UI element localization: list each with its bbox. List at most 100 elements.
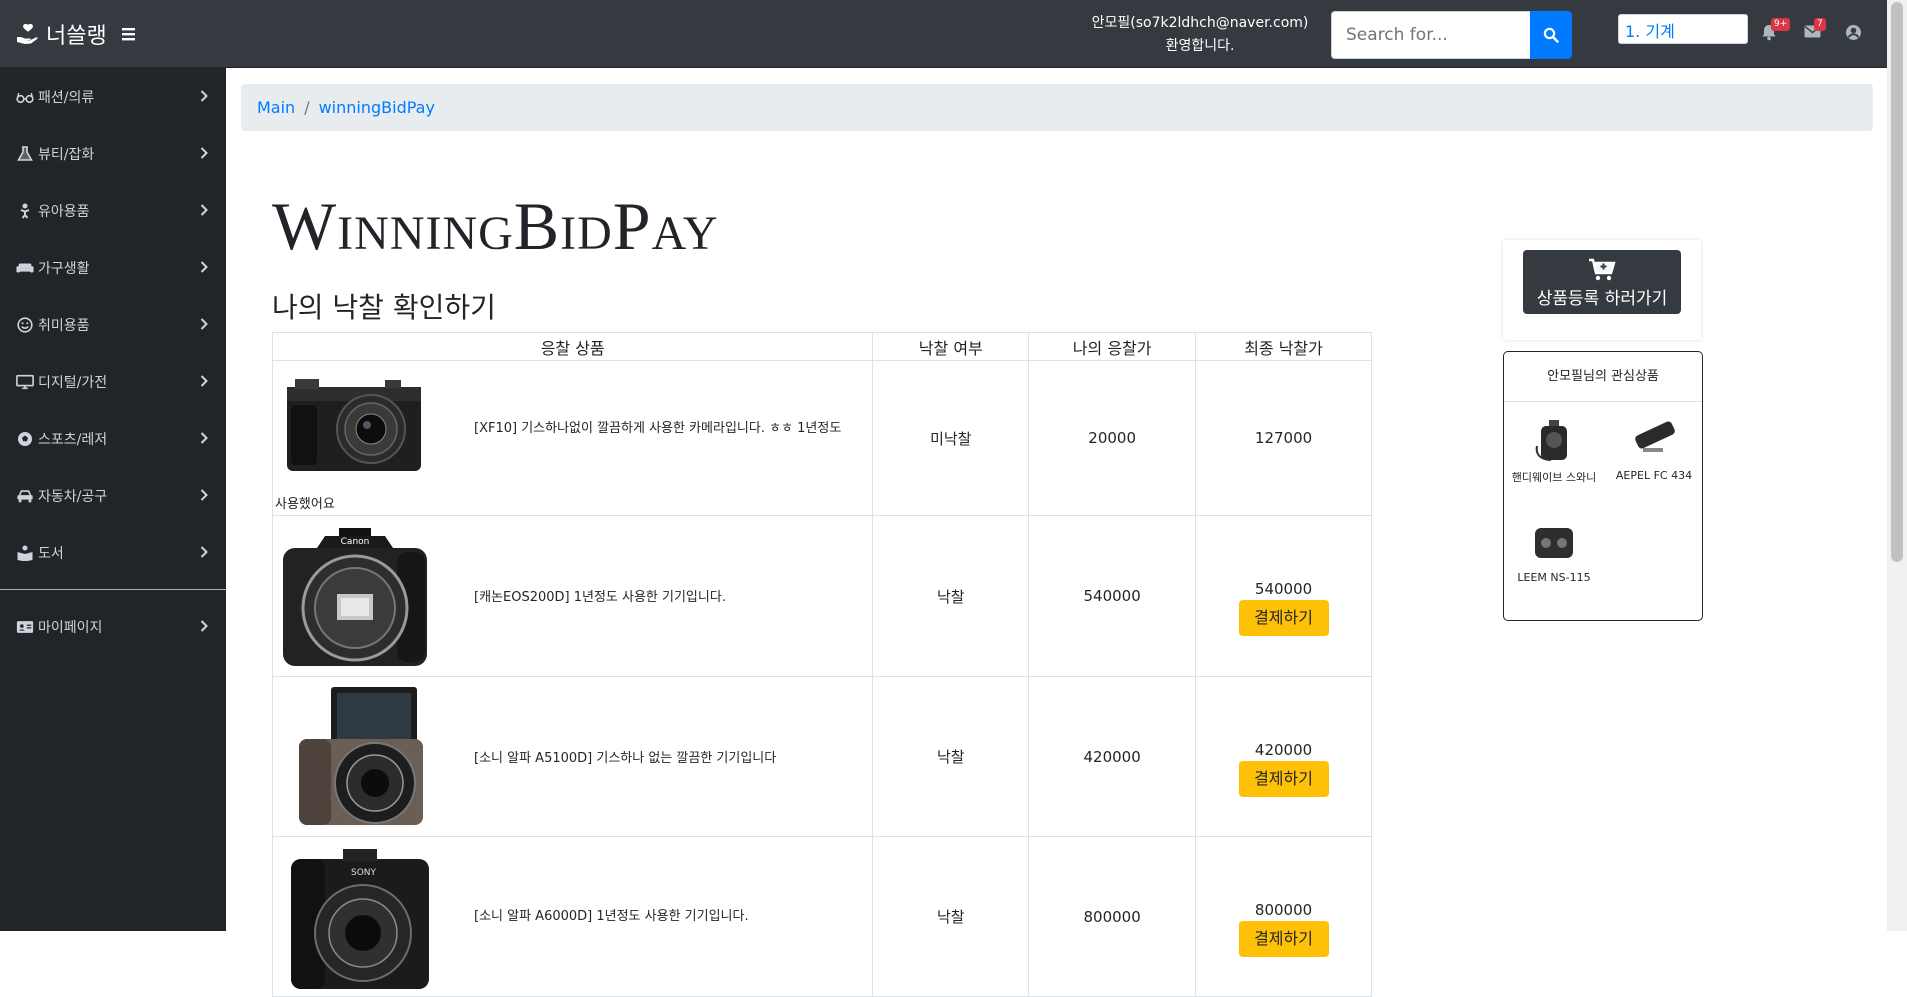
sidebar-item-mypage[interactable]: 마이페이지 bbox=[0, 598, 226, 655]
chevron-right-icon bbox=[200, 489, 208, 501]
sidebar-item-sports[interactable]: 스포츠/레저 bbox=[0, 410, 226, 467]
product-cell: [XF10] 기스하나없이 깔끔하게 사용한 카메라입니다. ㅎㅎ 1년정도 사… bbox=[271, 360, 874, 516]
category-select[interactable]: 1. 기계 bbox=[1618, 14, 1748, 44]
product-description[interactable]: [캐논EOS200D] 1년정도 사용한 기기입니다. bbox=[474, 586, 726, 605]
chevron-right-icon bbox=[200, 432, 208, 444]
search-form bbox=[1331, 11, 1572, 59]
pay-button[interactable]: 결제하기 bbox=[1238, 760, 1329, 797]
my-bid-price: 540000 bbox=[1028, 515, 1197, 677]
final-price: 127000 bbox=[1195, 360, 1372, 516]
bid-status: 낙찰 bbox=[872, 515, 1030, 677]
sidebar-item-label: 도서 bbox=[38, 545, 64, 562]
sidebar-item-label: 취미용품 bbox=[38, 317, 90, 334]
interest-item-name: 핸디웨이브 스와니 bbox=[1511, 471, 1597, 484]
interest-item[interactable]: LEEM NS-115 bbox=[1504, 520, 1604, 584]
bid-status: 낙찰 bbox=[872, 836, 1030, 997]
main-content: Main / winningBidPay WinningBidPay 나의 낙찰… bbox=[226, 68, 1887, 997]
user-circle-icon bbox=[1846, 25, 1861, 40]
sidebar-item-baby[interactable]: 유아용품 bbox=[0, 182, 226, 239]
interest-item[interactable]: 핸디웨이브 스와니 bbox=[1504, 418, 1604, 485]
chevron-right-icon bbox=[200, 261, 208, 273]
interest-item-name: AEPEL FC 434 bbox=[1615, 469, 1693, 482]
breadcrumb-home-link[interactable]: Main bbox=[257, 98, 295, 117]
hand-holding-heart-icon bbox=[17, 23, 38, 44]
product-cell: [소니 알파 A5100D] 기스하나 없는 깔끔한 기기입니다 bbox=[271, 676, 874, 837]
product-image-camera[interactable] bbox=[285, 375, 423, 475]
interest-item-name: LEEM NS-115 bbox=[1517, 571, 1591, 584]
product-image-camera[interactable] bbox=[293, 681, 429, 831]
product-image-camera[interactable]: Canon bbox=[279, 522, 431, 670]
book-reader-icon bbox=[17, 545, 33, 561]
breadcrumb: Main / winningBidPay bbox=[241, 84, 1873, 131]
interest-products-panel: 안모필님의 관심상품 핸디웨이브 스와니 AEPEL FC 434 LEEM N… bbox=[1503, 351, 1703, 621]
table-row: [소니 알파 A5100D] 기스하나 없는 깔끔한 기기입니다 낙찰 4200… bbox=[271, 676, 1372, 837]
product-description[interactable]: [XF10] 기스하나없이 깔끔하게 사용한 카메라입니다. ㅎㅎ 1년정도 bbox=[474, 417, 841, 436]
final-price-value: 540000 bbox=[1254, 580, 1313, 598]
winning-bids-table: 응찰 상품 낙찰 여부 나의 응찰가 최종 낙찰가 [XF10] 기스하나없이 … bbox=[271, 332, 1372, 997]
sidebar-item-car[interactable]: 자동차/공구 bbox=[0, 467, 226, 524]
sidebar-item-label: 스포츠/레저 bbox=[38, 431, 108, 448]
final-price: 800000 결제하기 bbox=[1195, 836, 1372, 997]
bid-status: 미낙찰 bbox=[872, 360, 1030, 516]
sidebar-item-digital[interactable]: 디지털/가전 bbox=[0, 353, 226, 410]
pay-button[interactable]: 결제하기 bbox=[1238, 920, 1329, 957]
final-price-value: 800000 bbox=[1254, 900, 1313, 919]
alerts-badge: 9+ bbox=[1771, 18, 1791, 31]
interest-item[interactable]: AEPEL FC 434 bbox=[1604, 418, 1704, 482]
messages-button[interactable]: 7 bbox=[1804, 18, 1826, 44]
brand-name: 너쓸랭 bbox=[46, 24, 107, 49]
alerts-button[interactable]: 9+ bbox=[1761, 18, 1791, 44]
messages-badge: 7 bbox=[1814, 18, 1826, 31]
menu-toggle-icon[interactable] bbox=[121, 26, 137, 42]
my-bid-price: 420000 bbox=[1028, 676, 1197, 837]
pay-button[interactable]: 결제하기 bbox=[1238, 600, 1329, 636]
sidebar-item-label: 디지털/가전 bbox=[38, 374, 108, 391]
final-price: 540000 결제하기 bbox=[1195, 515, 1372, 677]
product-image-camera[interactable]: SONY bbox=[287, 845, 433, 995]
product-thumbnail bbox=[1635, 421, 1675, 452]
brand[interactable]: 너쓸랭 bbox=[16, 20, 137, 49]
user-menu-button[interactable] bbox=[1845, 24, 1865, 44]
column-header-my-bid: 나의 응찰가 bbox=[1028, 332, 1197, 361]
svg-text:Canon: Canon bbox=[341, 537, 370, 547]
product-description[interactable]: [소니 알파 A6000D] 1년정도 사용한 기기입니다. bbox=[474, 905, 749, 924]
car-icon bbox=[17, 489, 33, 502]
product-description-wrap: 사용했어요 bbox=[275, 497, 335, 512]
sidebar-item-label: 자동차/공구 bbox=[38, 488, 108, 505]
sidebar-item-beauty[interactable]: 뷰티/잡화 bbox=[0, 125, 226, 182]
welcome-text: 환영합니다. bbox=[1165, 38, 1235, 54]
sidebar-item-label: 가구생활 bbox=[38, 260, 90, 277]
soccer-ball-icon bbox=[18, 431, 32, 446]
desktop-icon bbox=[16, 374, 34, 389]
search-icon bbox=[1543, 27, 1559, 43]
page-scrollbar[interactable] bbox=[1887, 0, 1907, 931]
my-bid-price: 20000 bbox=[1028, 360, 1197, 516]
sidebar-item-furniture[interactable]: 가구생활 bbox=[0, 239, 226, 296]
column-header-product: 응찰 상품 bbox=[271, 332, 874, 361]
sidebar-divider bbox=[0, 589, 226, 590]
baby-icon bbox=[20, 203, 30, 219]
table-row: [XF10] 기스하나없이 깔끔하게 사용한 카메라입니다. ㅎㅎ 1년정도 사… bbox=[271, 360, 1372, 516]
sidebar-item-books[interactable]: 도서 bbox=[0, 524, 226, 581]
scrollbar-thumb[interactable] bbox=[1891, 2, 1903, 562]
sidebar-item-label: 유아용품 bbox=[38, 203, 90, 220]
product-description[interactable]: [소니 알파 A5100D] 기스하나 없는 깔끔한 기기입니다 bbox=[474, 747, 776, 766]
top-navbar: 너쓸랭 안모필(so7k2ldhch@naver.com) 환영합니다. 1. … bbox=[0, 0, 1887, 68]
smile-icon bbox=[17, 316, 33, 333]
table-row: SONY [소니 알파 A6000D] 1년정도 사용한 기기입니다. 낙찰 8… bbox=[271, 836, 1372, 997]
register-product-label: 상품등록 하러가기 bbox=[1536, 289, 1668, 309]
search-button[interactable] bbox=[1530, 11, 1572, 59]
sidebar-item-hobby[interactable]: 취미용품 bbox=[0, 296, 226, 353]
column-header-final-price: 최종 낙찰가 bbox=[1195, 332, 1372, 361]
chevron-right-icon bbox=[200, 318, 208, 330]
final-price-value: 420000 bbox=[1254, 740, 1313, 759]
table-header-row: 응찰 상품 낙찰 여부 나의 응찰가 최종 낙찰가 bbox=[271, 332, 1372, 361]
breadcrumb-current-link[interactable]: winningBidPay bbox=[319, 98, 435, 117]
search-input[interactable] bbox=[1331, 11, 1530, 59]
register-product-button[interactable]: 상품등록 하러가기 bbox=[1523, 250, 1681, 314]
sidebar: 패션/의류 뷰티/잡화 유아용품 가구생활 취미용품 디지털/가전 스포츠/레저… bbox=[0, 68, 226, 931]
sidebar-item-fashion[interactable]: 패션/의류 bbox=[0, 68, 226, 125]
welcome-message: 안모필(so7k2ldhch@naver.com) 환영합니다. bbox=[1070, 12, 1330, 58]
table-row: Canon [캐논EOS200D] 1년정도 사용한 기기입니다. 낙찰 540… bbox=[271, 515, 1372, 677]
couch-icon bbox=[16, 263, 34, 272]
